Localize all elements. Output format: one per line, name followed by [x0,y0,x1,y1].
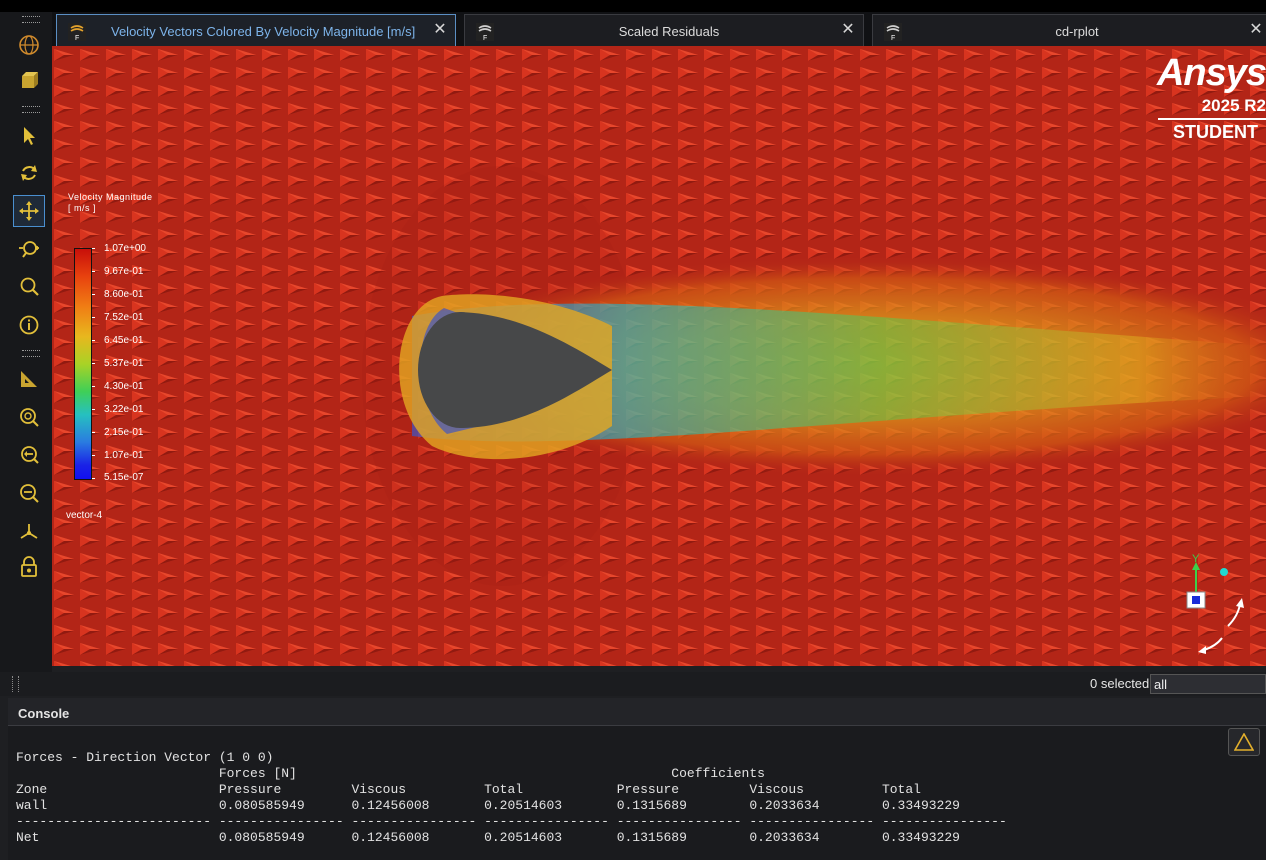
selected-count: 0 selected [1090,676,1150,691]
graphics-viewport[interactable]: Velocity Magnitude [ m/s ] 1.07e+00 9.67… [52,46,1266,666]
console-output[interactable]: Forces - Direction Vector (1 0 0) Forces… [8,726,1266,860]
y-axis-label: Y [1192,554,1200,565]
graphics-tab-bar: F Velocity Vectors Colored By Velocity M… [52,12,1266,46]
color-bar-tick [92,478,95,479]
svg-text:F: F [483,35,487,42]
zoom-icon[interactable] [14,272,44,302]
tab-cd-rplot[interactable]: F cd-rplot ✕ [872,14,1266,46]
svg-text:F: F [891,35,895,42]
color-bar-tick [92,386,95,387]
color-bar-tick [92,455,95,456]
svg-text:F: F [75,35,79,42]
select-icon[interactable] [14,120,44,150]
toolbar-grip[interactable] [22,106,40,113]
color-bar-tick [92,271,95,272]
window-top-strip [0,0,1266,12]
tab-scaled-residuals[interactable]: F Scaled Residuals ✕ [464,14,864,46]
color-bar-tick [92,409,95,410]
legend-tick-label: 6.45e-01 [104,335,144,346]
color-bar-tick [92,294,95,295]
close-icon[interactable]: ✕ [839,21,857,39]
legend-unit: [ m/s ] [68,203,96,213]
console-line: Net 0.080585949 0.12456008 0.20514603 0.… [16,830,960,845]
axes-icon[interactable] [14,516,44,546]
zoom-box-icon[interactable] [14,478,44,508]
selection-status-bar: 0 selected [0,672,1266,696]
fluent-icon: F [476,23,494,42]
legend-tick-label: 3.22e-01 [104,404,144,415]
selection-filter-input[interactable] [1150,674,1266,694]
console-title: Console [18,706,70,721]
close-icon[interactable]: ✕ [1247,21,1265,39]
warning-triangle-icon[interactable] [1228,728,1260,756]
legend-tick-label: 5.15e-07 [104,472,144,483]
legend-title: Velocity Magnitude [ m/s ] [68,192,153,214]
legend-tick-label: 1.07e+00 [104,243,146,254]
fluent-icon: F [68,23,86,42]
panel-grip[interactable] [12,676,19,692]
color-bar [74,248,92,480]
color-bar-tick [92,248,95,249]
rotate-icon[interactable] [14,158,44,188]
color-bar-tick [92,340,95,341]
tab-label: cd-rplot [1055,24,1099,39]
brand-version: 2025 R2 [1201,96,1266,115]
legend-tick-label: 5.37e-01 [104,358,144,369]
legend-quantity: Velocity Magnitude [68,192,153,202]
console-header: Console [8,698,1266,726]
fluent-icon: F [884,23,902,42]
probe-info-icon[interactable] [14,310,44,340]
console-panel: Console Forces - Direction Vector (1 0 0… [0,696,1266,860]
tab-label: Velocity Vectors Colored By Velocity Mag… [111,24,416,39]
contour-name-label: vector-4 [66,510,103,521]
close-icon[interactable]: ✕ [431,21,449,39]
color-bar-tick [92,432,95,433]
color-bar-tick [92,317,95,318]
zoom-in-out-icon[interactable] [14,234,44,264]
console-line: Forces [N] Coefficients [16,766,765,781]
legend-tick-label: 4.30e-01 [104,381,144,392]
legend-tick-label: 9.67e-01 [104,266,144,277]
console-line: ------------------------- --------------… [16,814,1007,829]
brand-name: Ansys [1156,52,1266,94]
console-line: wall 0.080585949 0.12456008 0.20514603 0… [16,798,960,813]
ansys-logo: Ansys 2025 R2 STUDENT [1148,52,1266,142]
fit-icon[interactable] [14,402,44,432]
legend-tick-label: 2.15e-01 [104,427,144,438]
ruler-icon[interactable] [14,364,44,394]
axis-triad[interactable]: Y [1176,554,1266,660]
mesh-sphere-icon[interactable] [14,30,44,60]
toolbar-grip[interactable] [22,350,40,357]
color-bar-tick [92,363,95,364]
legend-tick-label: 8.60e-01 [104,289,144,300]
display-icon[interactable] [14,66,44,96]
legend-tick-label: 1.07e-01 [104,450,144,461]
console-line: Forces - Direction Vector (1 0 0) [16,750,274,765]
graphics-toolbar [0,12,52,672]
toolbar-grip[interactable] [22,16,40,23]
brand-divider [1158,118,1266,120]
lock-view-icon[interactable] [14,552,44,582]
console-line: Zone Pressure Viscous Total Pressure Vis… [16,782,921,797]
legend-tick-label: 7.52e-01 [104,312,144,323]
velocity-vector-field [52,46,1266,666]
tab-velocity-vectors[interactable]: F Velocity Vectors Colored By Velocity M… [56,14,456,46]
tab-label: Scaled Residuals [618,24,720,39]
pan-icon[interactable] [13,195,45,227]
brand-edition: STUDENT [1173,122,1258,142]
zoom-to-fit-icon[interactable] [14,440,44,470]
